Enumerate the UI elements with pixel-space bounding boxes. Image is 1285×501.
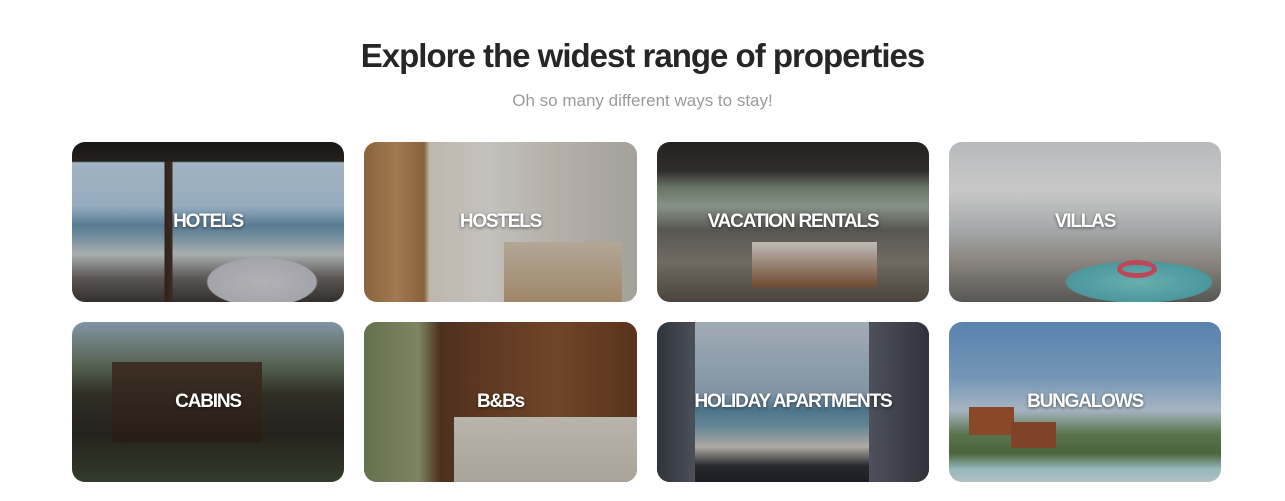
property-card-label: VILLAS: [1054, 211, 1117, 232]
section-subheading: Oh so many different ways to stay!: [512, 91, 773, 110]
property-card-villas[interactable]: VILLAS: [949, 142, 1221, 302]
property-card-label: HOSTELS: [459, 211, 543, 232]
property-card-label: B&Bs: [477, 391, 525, 412]
property-card-holiday-apartments[interactable]: HOLIDAY APARTMENTS: [657, 322, 929, 482]
property-type-grid: HOTELS HOSTELS VACATION RENTALS VILLAS C…: [72, 142, 1221, 482]
property-card-label: HOLIDAY APARTMENTS: [694, 391, 893, 412]
section-heading: Explore the widest range of properties: [360, 37, 925, 74]
property-card-hotels[interactable]: HOTELS: [72, 142, 344, 302]
property-card-label: HOTELS: [173, 211, 244, 232]
property-card-label: VACATION RENTALS: [707, 211, 880, 232]
property-card-label: BUNGALOWS: [1027, 391, 1144, 412]
property-card-cabins[interactable]: CABINS: [72, 322, 344, 482]
property-card-vacation-rentals[interactable]: VACATION RENTALS: [657, 142, 929, 302]
property-card-bnbs[interactable]: B&Bs: [364, 322, 637, 482]
property-card-hostels[interactable]: HOSTELS: [364, 142, 637, 302]
property-card-bungalows[interactable]: BUNGALOWS: [949, 322, 1221, 482]
property-card-label: CABINS: [175, 391, 242, 412]
